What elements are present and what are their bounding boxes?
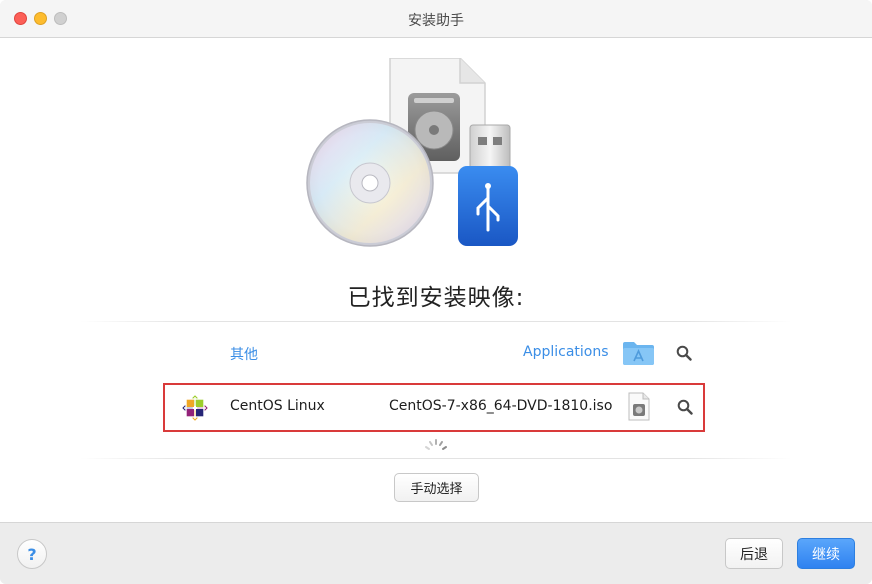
- title-bar: 安装助手: [0, 0, 872, 38]
- continue-button[interactable]: 继续: [797, 538, 855, 569]
- main-content: 已找到安装映像: 其他 Applications CentOS Linux Ce…: [0, 38, 872, 522]
- other-link[interactable]: 其他: [230, 344, 258, 364]
- install-media-icon: [306, 58, 518, 247]
- disk-image-file-icon: [628, 392, 650, 421]
- search-icon[interactable]: [677, 399, 693, 415]
- back-button[interactable]: 后退: [725, 538, 783, 569]
- top-divider: [80, 321, 792, 322]
- search-icon[interactable]: [676, 345, 692, 361]
- found-image-heading: 已找到安装映像:: [347, 285, 525, 311]
- help-button[interactable]: ?: [17, 539, 47, 569]
- footer-bar: ? 后退 继续: [0, 522, 872, 584]
- source-filter-row: 其他 Applications: [0, 336, 872, 372]
- window-title: 安装助手: [408, 13, 464, 29]
- bottom-divider: [80, 458, 792, 459]
- found-image-row[interactable]: CentOS Linux CentOS-7-x86_64-DVD-1810.is…: [163, 383, 705, 432]
- os-name: CentOS Linux: [230, 398, 325, 414]
- centos-logo-icon: [182, 395, 208, 421]
- installation-assistant-window: 安装助手 已找到安装映像: 其他 Applications CentOS Lin…: [0, 0, 872, 584]
- image-file-name: CentOS-7-x86_64-DVD-1810.iso: [389, 398, 613, 414]
- applications-folder-icon[interactable]: [622, 340, 655, 366]
- manual-select-button[interactable]: 手动选择: [394, 473, 479, 502]
- loading-spinner-icon: [425, 439, 447, 450]
- applications-link[interactable]: Applications: [523, 344, 609, 360]
